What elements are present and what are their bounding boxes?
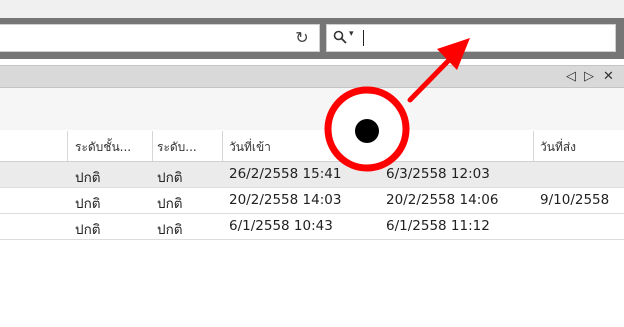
close-tab-icon[interactable]: ✕ [603,69,614,85]
table-row[interactable]: ปกติ ปกติ 6/1/2558 10:43 6/1/2558 11:12 [0,214,624,240]
cell-level: ปกติ [75,196,101,212]
cell-priority: ปกติ [157,222,183,238]
cell-level: ปกติ [75,222,101,238]
cell-read-date: 6/3/2558 12:03 [386,166,490,182]
column-separator[interactable] [533,131,534,161]
cell-received-date: 26/2/2558 15:41 [229,166,342,182]
search-icon[interactable] [333,30,347,44]
column-separator[interactable] [379,131,380,161]
search-dropdown-icon[interactable]: ▾ [349,29,354,39]
column-header-sent-date[interactable]: วันที่ส่ง [540,138,624,157]
cell-sent-date: 9/10/2558 [540,192,610,208]
cell-received-date: 20/2/2558 14:03 [229,192,342,208]
tab-strip: ◁ ▷ ✕ [0,65,624,88]
table-row[interactable]: ปกติ ปกติ 26/2/2558 15:41 6/3/2558 12:03 [0,162,624,188]
window-top-strip [0,0,624,18]
cell-level: ปกติ [75,170,101,186]
text-caret [363,30,364,46]
tab-scroll-left-icon[interactable]: ◁ [566,69,576,85]
data-grid: ระดับชั้น... ระดับ... วันที่เข้า วันที่ส… [0,131,624,240]
column-header-received-date[interactable]: วันที่เข้า [229,138,375,157]
toolbar-area [0,88,624,130]
column-separator[interactable] [67,131,68,161]
grid-header-row: ระดับชั้น... ระดับ... วันที่เข้า วันที่ส… [0,131,624,162]
column-separator[interactable] [152,131,153,161]
cell-received-date: 6/1/2558 10:43 [229,218,333,234]
refresh-icon[interactable]: ↻ [293,28,311,48]
cell-priority: ปกติ [157,170,183,186]
url-field[interactable]: ↻ [0,24,320,52]
column-separator[interactable] [222,131,223,161]
address-bar: ↻ ▾ [0,18,624,59]
column-header-level[interactable]: ระดับชั้น... [75,138,151,157]
search-input[interactable]: ▾ [326,24,616,52]
tab-scroll-right-icon[interactable]: ▷ [584,69,594,85]
column-header-priority[interactable]: ระดับ... [157,138,219,157]
cell-priority: ปกติ [157,196,183,212]
cell-read-date: 6/1/2558 11:12 [386,218,490,234]
table-row[interactable]: ปกติ ปกติ 20/2/2558 14:03 20/2/2558 14:0… [0,188,624,214]
cell-read-date: 20/2/2558 14:06 [386,192,499,208]
